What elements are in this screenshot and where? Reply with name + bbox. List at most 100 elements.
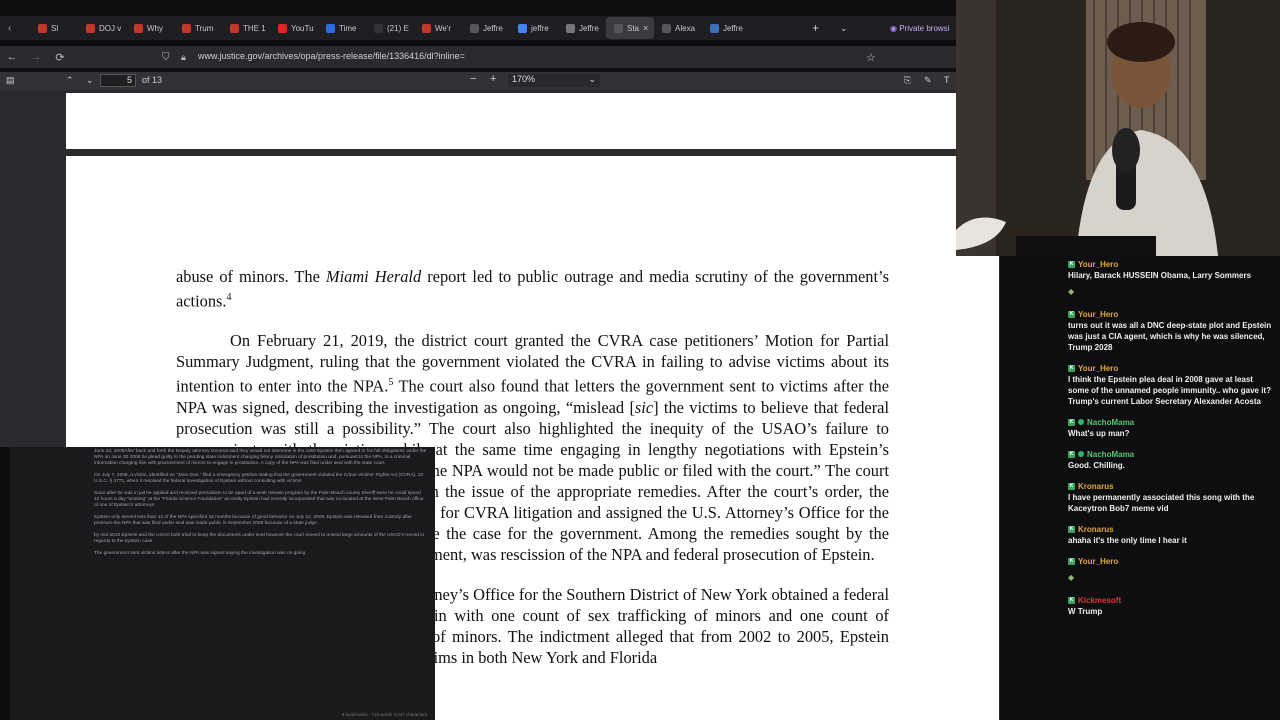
chat-message-text: I think the Epstein plea deal in 2008 ga… xyxy=(1068,375,1271,406)
draw-icon[interactable]: ✎ xyxy=(924,75,932,86)
tab-list: Sl DOJ v Why Trum THE 1 YouTu Time (21) E We'r Je… xyxy=(30,17,750,39)
browser-tab[interactable]: Jeffre xyxy=(462,17,510,39)
browser-tab[interactable]: Why xyxy=(126,17,174,39)
zoom-out-button[interactable]: − xyxy=(470,73,476,85)
webcam-scene xyxy=(956,0,1280,256)
chat-username[interactable]: K Your_Hero xyxy=(1068,362,1276,374)
kick-badge-icon: K xyxy=(1068,450,1075,458)
chat-username[interactable]: K Your_Hero xyxy=(1068,258,1276,270)
tab-label: (21) E xyxy=(387,23,409,33)
browser-tab[interactable]: Time xyxy=(318,17,366,39)
browser-tab[interactable]: (21) E xyxy=(366,17,414,39)
browser-tab[interactable]: THE 1 xyxy=(222,17,270,39)
chat-message: K Your_Hero turns out it was all a DNC dee… xyxy=(1068,308,1276,353)
zoom-in-button[interactable]: + xyxy=(490,73,496,85)
browser-tab[interactable]: Sta × xyxy=(606,17,654,39)
chat-username[interactable]: K Your_Hero xyxy=(1068,555,1276,567)
chat-username[interactable]: K Kickmesoft xyxy=(1068,594,1276,606)
tab-favicon-icon xyxy=(182,23,191,33)
sidebar-toggle-icon[interactable]: ▤ xyxy=(6,75,15,86)
tab-label: YouTu xyxy=(291,23,314,33)
notes-body[interactable]: June 23, 2008After back and forth the De… xyxy=(94,449,427,557)
note-paragraph: On July 7, 2008, a victim, identified as… xyxy=(94,473,424,484)
tab-label: jeffre xyxy=(531,23,549,33)
browser-tab[interactable]: Alexa xyxy=(654,17,702,39)
note-paragraph: June 23, 2008After back and forth the De… xyxy=(94,449,427,466)
browser-tab-bar: ‹ Sl DOJ v Why Trum THE 1 YouTu Time (21) E We'r… xyxy=(0,16,956,40)
chat-message: K Kickmesoft W Trump xyxy=(1068,594,1276,617)
chat-username-text: NachoMama xyxy=(1087,417,1135,427)
pdf-toolbar: ▤ ⌃ ⌄ 5 of 13 − + 170% ⌄ ⎘ ✎ T xyxy=(0,72,956,90)
tab-favicon-icon xyxy=(230,23,239,33)
browser-tab[interactable]: Jeffre xyxy=(702,17,750,39)
chat-username[interactable]: K Kronarus xyxy=(1068,480,1276,492)
url-field[interactable]: www.justice.gov/archives/opa/press-relea… xyxy=(198,51,465,61)
browser-tab[interactable]: Trum xyxy=(174,17,222,39)
chat-username[interactable]: K Your_Hero xyxy=(1068,308,1276,320)
tab-label: We'r xyxy=(435,23,452,33)
chat-username-text: Your_Hero xyxy=(1078,309,1119,319)
chat-message-text: W Trump xyxy=(1068,607,1103,616)
chat-message: K NachoMama What's up man? xyxy=(1068,416,1276,439)
pdf-page-previous xyxy=(66,93,956,149)
tab-label: DOJ v xyxy=(99,23,122,33)
browser-tab[interactable]: We'r xyxy=(414,17,462,39)
tab-favicon-icon xyxy=(278,23,287,33)
screen: ‹ Sl DOJ v Why Trum THE 1 YouTu Time (21) E We'r… xyxy=(0,0,1280,720)
chat-message-text: Hilary, Barack HUSSEIN Obama, Larry Somm… xyxy=(1068,271,1252,280)
chat-message-text: I have permanently associated this song … xyxy=(1068,493,1255,513)
back-icon[interactable]: ← xyxy=(0,51,24,63)
tab-scroll-left-icon[interactable]: ‹ xyxy=(8,23,11,34)
next-page-icon[interactable]: ⌄ xyxy=(86,75,94,86)
kick-badge-icon: K xyxy=(1068,418,1075,426)
shield-icon[interactable]: ⛉ xyxy=(162,52,170,63)
tab-close-icon[interactable]: × xyxy=(643,23,648,33)
forward-icon[interactable]: → xyxy=(24,51,48,63)
kick-badge-icon: K xyxy=(1068,525,1075,533)
browser-tab[interactable]: Jeffre xyxy=(558,17,606,39)
chat-message-text: turns out it was all a DNC deep-state pl… xyxy=(1068,321,1272,352)
tab-favicon-icon xyxy=(38,23,47,33)
kick-badge-icon: K xyxy=(1068,260,1075,268)
save-icon[interactable]: ⎘ xyxy=(904,75,911,86)
tab-menu-chevron-icon[interactable]: ⌄ xyxy=(840,23,848,34)
prev-page-icon[interactable]: ⌃ xyxy=(66,75,74,86)
tab-label: Jeffre xyxy=(483,23,503,33)
browser-tab[interactable]: Sl xyxy=(30,17,78,39)
tab-label: Alexa xyxy=(675,23,696,33)
chat-username[interactable]: K NachoMama xyxy=(1068,448,1276,460)
private-mask-icon: ◉ xyxy=(890,23,900,33)
bookmark-star-icon[interactable]: ☆ xyxy=(866,51,876,64)
kick-badge-icon: K xyxy=(1068,310,1075,318)
chat-username-text: NachoMama xyxy=(1087,449,1135,459)
chat-message: K Your_Hero I think the Epstein plea deal … xyxy=(1068,362,1276,407)
reload-icon[interactable]: ⟳ xyxy=(48,51,72,64)
chat-username-text: Kickmesoft xyxy=(1078,595,1122,605)
chat-username-text: Your_Hero xyxy=(1078,363,1119,373)
text-icon[interactable]: T xyxy=(944,75,950,85)
tab-favicon-icon xyxy=(374,23,383,33)
tab-favicon-icon xyxy=(566,23,575,33)
kick-badge-icon: K xyxy=(1068,596,1075,604)
chat-username[interactable]: K Kronarus xyxy=(1068,523,1276,535)
new-tab-button[interactable]: + xyxy=(812,21,819,35)
browser-tab[interactable]: DOJ v xyxy=(78,17,126,39)
subscriber-badge-icon xyxy=(1078,451,1084,457)
chat-username[interactable]: K NachoMama xyxy=(1068,416,1276,428)
page-number-input[interactable]: 5 xyxy=(100,74,136,87)
kick-badge-icon: K xyxy=(1068,482,1075,490)
tab-label: Jeffre xyxy=(723,23,743,33)
browser-tab[interactable]: YouTu xyxy=(270,17,318,39)
zoom-select[interactable]: 170% ⌄ xyxy=(508,74,600,87)
tab-favicon-icon xyxy=(86,23,95,33)
tab-label: Sta xyxy=(627,23,640,33)
browser-tab[interactable]: jeffre xyxy=(510,17,558,39)
tab-favicon-icon xyxy=(134,23,143,33)
tab-label: Trum xyxy=(195,23,214,33)
tab-label: Why xyxy=(147,23,163,33)
tab-favicon-icon xyxy=(662,23,671,33)
chat-username-text: Your_Hero xyxy=(1078,259,1119,269)
chat-message: K Kronarus ahaha it's the only time I hear… xyxy=(1068,523,1276,546)
lock-icon[interactable]: 🔒︎ xyxy=(181,52,186,63)
notes-window[interactable]: June 23, 2008After back and forth the De… xyxy=(0,447,435,720)
